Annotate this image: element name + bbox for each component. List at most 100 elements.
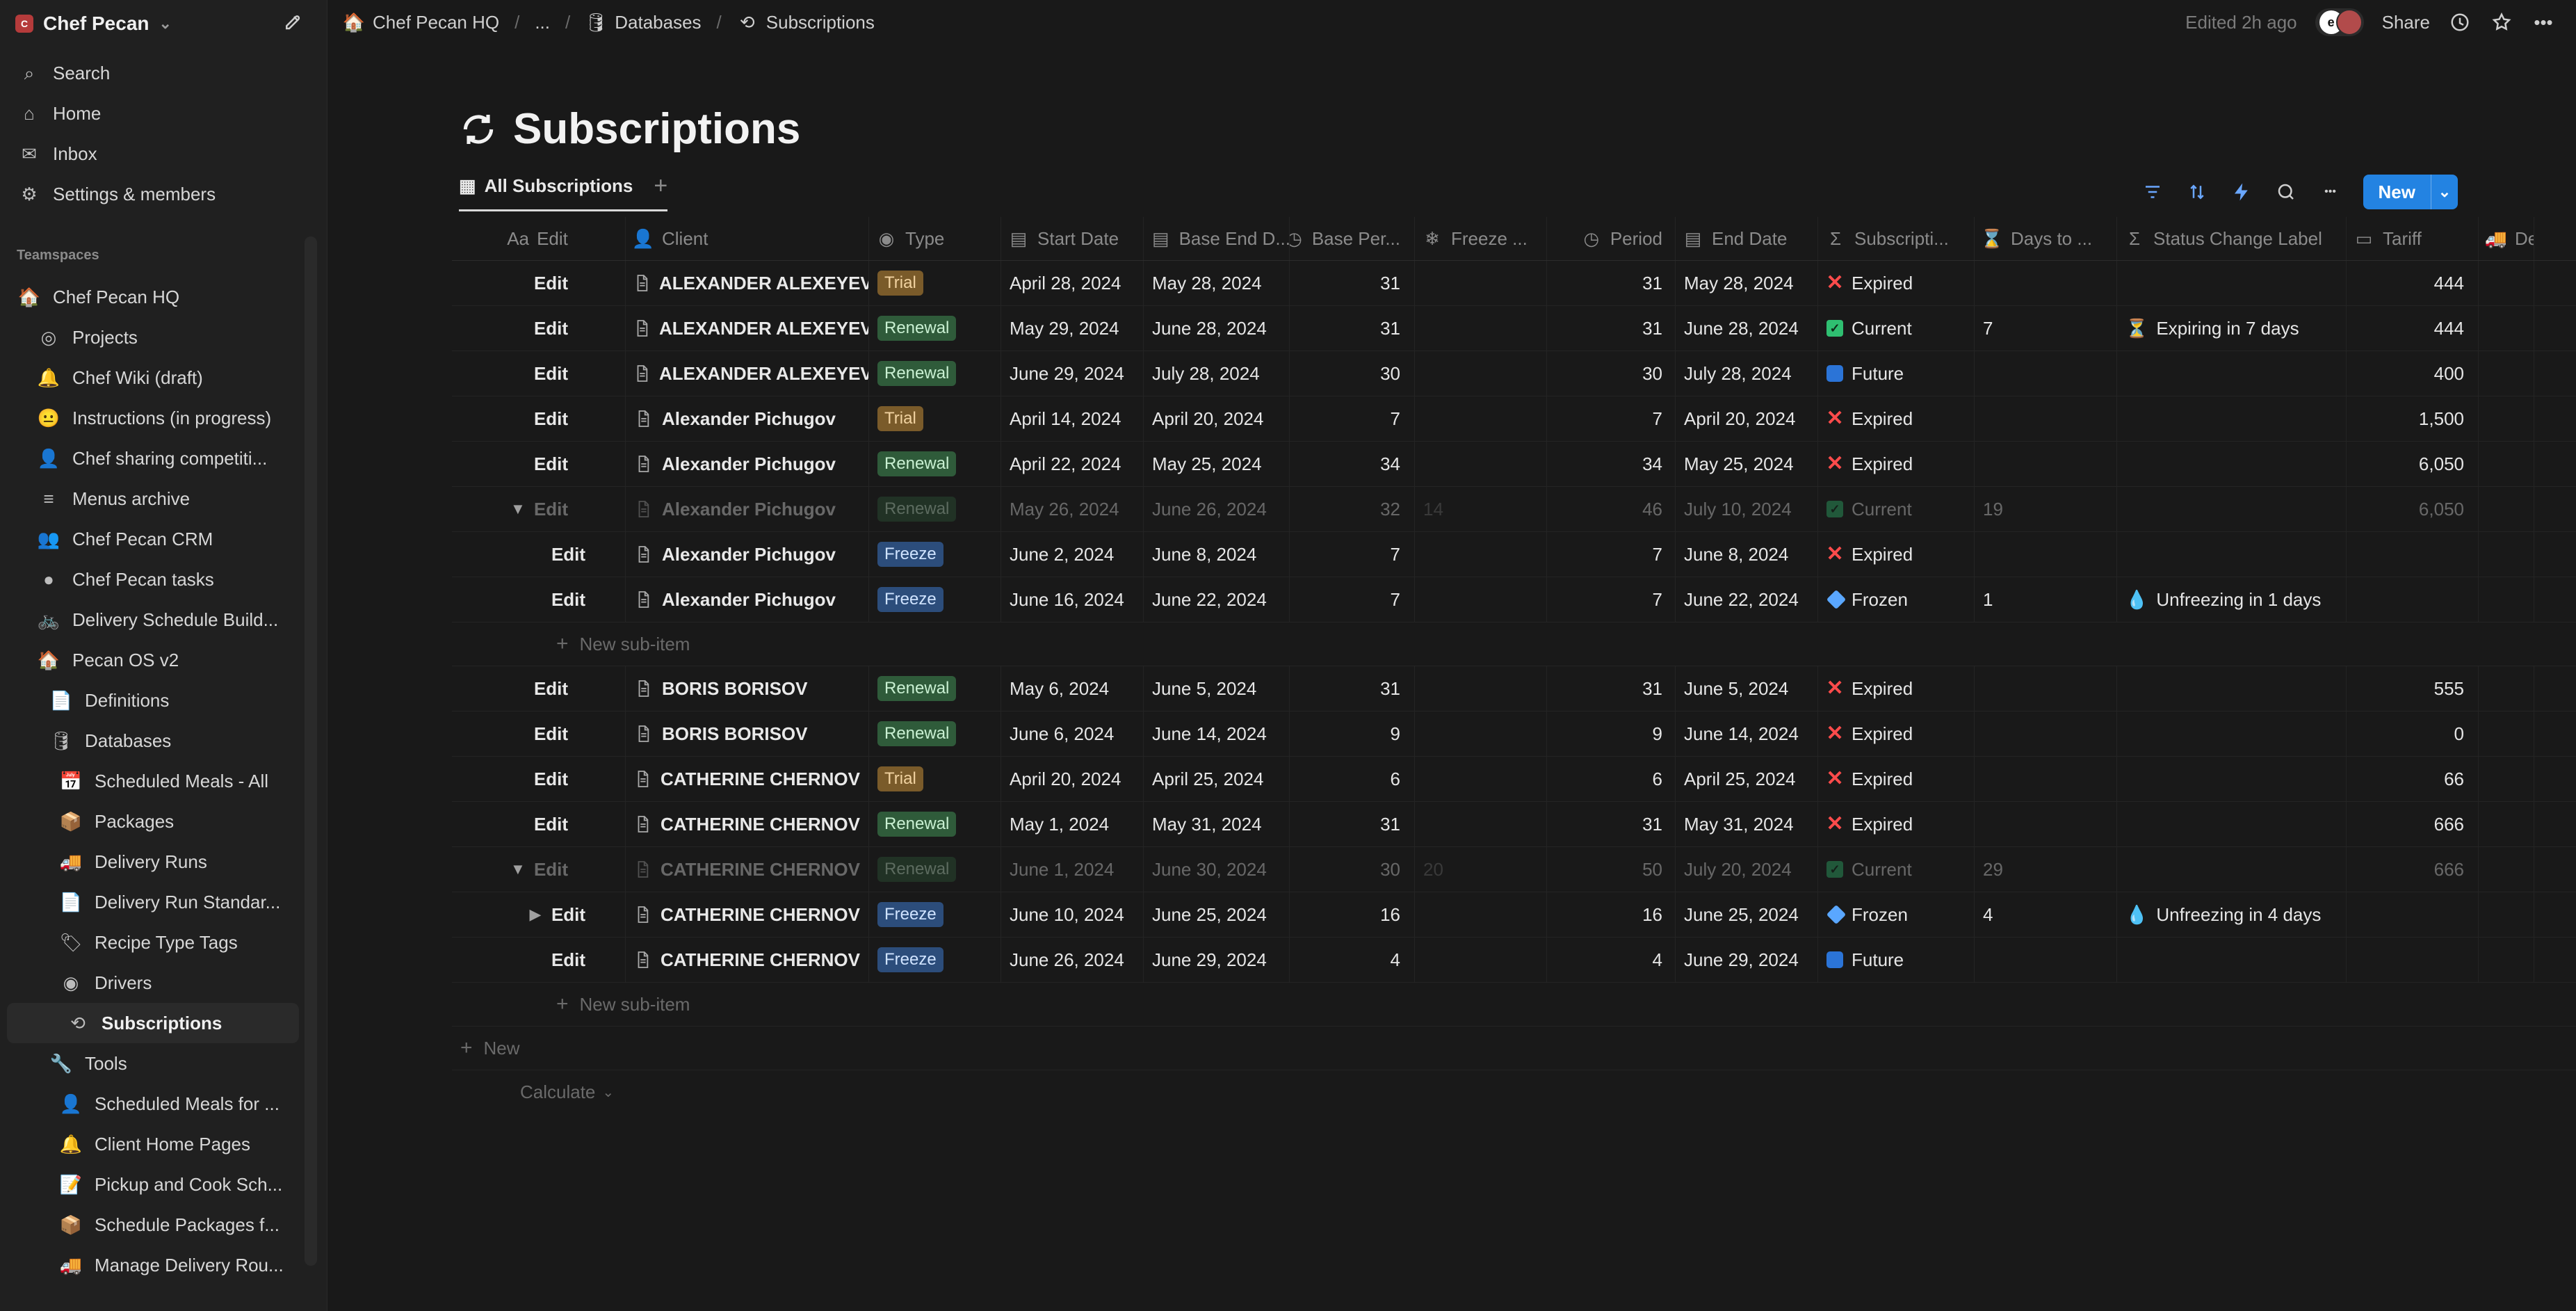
- column-header-days-to[interactable]: ⌛ Days to ...: [1975, 217, 2117, 260]
- table-row[interactable]: Edit Alexander Pichugov Renewal April 22, 2…: [452, 442, 2576, 487]
- cell-start-date[interactable]: May 6, 2024: [1001, 666, 1144, 711]
- workspace-switcher[interactable]: C Chef Pecan ⌄: [15, 10, 172, 38]
- cell-edit[interactable]: Edit: [452, 757, 626, 801]
- table-row[interactable]: Edit CATHERINE CHERNOV Freeze June 26, 2024…: [452, 938, 2576, 983]
- table-row[interactable]: Edit BORIS BORISOV Renewal May 6, 2024 June …: [452, 666, 2576, 711]
- cell-edit[interactable]: Edit: [452, 306, 626, 351]
- cell-base-period[interactable]: 16: [1290, 892, 1415, 937]
- cell-client[interactable]: Alexander Pichugov: [626, 487, 869, 531]
- filter-icon[interactable]: [2141, 180, 2164, 204]
- cell-type[interactable]: Renewal: [869, 711, 1001, 756]
- cell-status-change-label[interactable]: [2117, 396, 2347, 441]
- cell-period[interactable]: 34: [1547, 442, 1676, 486]
- cell-type[interactable]: Trial: [869, 396, 1001, 441]
- cell-status-change-label[interactable]: [2117, 532, 2347, 577]
- cell-period[interactable]: 31: [1547, 261, 1676, 305]
- cell-start-date[interactable]: June 10, 2024: [1001, 892, 1144, 937]
- cell-days-to[interactable]: [1975, 938, 2117, 982]
- edit-link[interactable]: Edit: [534, 453, 568, 475]
- cell-client[interactable]: ALEXANDER ALEXEYEV: [626, 351, 869, 396]
- cell-status-change-label[interactable]: [2117, 261, 2347, 305]
- edit-link[interactable]: Edit: [534, 723, 568, 745]
- client-name[interactable]: Alexander Pichugov: [662, 589, 836, 611]
- cell-client[interactable]: Alexander Pichugov: [626, 442, 869, 486]
- cell-delivery[interactable]: [2479, 396, 2534, 441]
- add-view-icon[interactable]: +: [654, 172, 667, 200]
- cell-base-period[interactable]: 6: [1290, 757, 1415, 801]
- cell-subscription[interactable]: ✓ Current: [1818, 306, 1975, 351]
- client-name[interactable]: CATHERINE CHERNOV: [661, 859, 860, 880]
- cell-client[interactable]: Alexander Pichugov: [626, 396, 869, 441]
- cell-subscription[interactable]: ✓ Current: [1818, 487, 1975, 531]
- cell-delivery[interactable]: [2479, 532, 2534, 577]
- cell-edit[interactable]: Edit: [452, 396, 626, 441]
- cell-tariff[interactable]: 6,050: [2347, 442, 2479, 486]
- cell-days-to[interactable]: [1975, 532, 2117, 577]
- client-name[interactable]: Alexander Pichugov: [662, 499, 836, 520]
- cell-delivery[interactable]: [2479, 938, 2534, 982]
- sidebar-item-tasks[interactable]: ● Chef Pecan tasks: [0, 559, 311, 600]
- cell-status-change-label[interactable]: [2117, 847, 2347, 892]
- cell-end-date[interactable]: June 25, 2024: [1676, 892, 1818, 937]
- cell-base-end-date[interactable]: June 26, 2024: [1144, 487, 1290, 531]
- cell-status-change-label[interactable]: [2117, 487, 2347, 531]
- cell-base-end-date[interactable]: May 31, 2024: [1144, 802, 1290, 846]
- cell-end-date[interactable]: June 14, 2024: [1676, 711, 1818, 756]
- column-header-end-date[interactable]: ▤ End Date: [1676, 217, 1818, 260]
- cell-type[interactable]: Renewal: [869, 666, 1001, 711]
- column-header-start-date[interactable]: ▤ Start Date: [1001, 217, 1144, 260]
- cell-end-date[interactable]: July 20, 2024: [1676, 847, 1818, 892]
- edit-link[interactable]: Edit: [551, 589, 585, 611]
- table-row[interactable]: Edit Alexander Pichugov Freeze June 2, 2024…: [452, 532, 2576, 577]
- table-row[interactable]: Edit ALEXANDER ALEXEYEV Renewal June 29, 20…: [452, 351, 2576, 396]
- cell-type[interactable]: Freeze: [869, 938, 1001, 982]
- chevron-down-icon[interactable]: ▼: [509, 860, 527, 878]
- chevron-right-icon[interactable]: ▶: [526, 906, 544, 924]
- cell-delivery[interactable]: [2479, 306, 2534, 351]
- cell-base-period[interactable]: 32: [1290, 487, 1415, 531]
- cell-status-change-label[interactable]: [2117, 351, 2347, 396]
- cell-period[interactable]: 31: [1547, 802, 1676, 846]
- sidebar-item-instructions[interactable]: 😐 Instructions (in progress): [0, 398, 311, 438]
- sort-icon[interactable]: [2185, 180, 2209, 204]
- cell-client[interactable]: ALEXANDER ALEXEYEV: [626, 306, 869, 351]
- sidebar-item-drivers[interactable]: ◉ Drivers: [0, 963, 311, 1003]
- cell-status-change-label[interactable]: [2117, 802, 2347, 846]
- cell-tariff[interactable]: 66: [2347, 757, 2479, 801]
- cell-status-change-label[interactable]: [2117, 666, 2347, 711]
- cell-base-period[interactable]: 30: [1290, 847, 1415, 892]
- cell-start-date[interactable]: June 16, 2024: [1001, 577, 1144, 622]
- cell-base-end-date[interactable]: June 29, 2024: [1144, 938, 1290, 982]
- cell-client[interactable]: CATHERINE CHERNOV: [626, 892, 869, 937]
- column-header-base-period[interactable]: ◷Base Per...: [1290, 217, 1415, 260]
- cell-tariff[interactable]: 400: [2347, 351, 2479, 396]
- cell-type[interactable]: Trial: [869, 757, 1001, 801]
- cell-type[interactable]: Renewal: [869, 442, 1001, 486]
- cell-subscription[interactable]: ✕ Expired: [1818, 711, 1975, 756]
- search-icon[interactable]: [2274, 180, 2298, 204]
- cell-start-date[interactable]: June 26, 2024: [1001, 938, 1144, 982]
- cell-status-change-label[interactable]: 💧 Unfreezing in 4 days: [2117, 892, 2347, 937]
- cell-period[interactable]: 7: [1547, 577, 1676, 622]
- cell-subscription[interactable]: ✕ Expired: [1818, 261, 1975, 305]
- edit-link[interactable]: Edit: [534, 814, 568, 835]
- sidebar-item-projects[interactable]: ◎ Projects: [0, 317, 311, 357]
- column-header-status-change-label[interactable]: Σ Status Change Label: [2117, 217, 2347, 260]
- cell-start-date[interactable]: April 28, 2024: [1001, 261, 1144, 305]
- cell-edit[interactable]: Edit: [452, 351, 626, 396]
- cell-period[interactable]: 6: [1547, 757, 1676, 801]
- cell-edit[interactable]: Edit: [452, 261, 626, 305]
- cell-edit[interactable]: Edit: [452, 938, 626, 982]
- table-row[interactable]: Edit ALEXANDER ALEXEYEV Trial April 28, 202…: [452, 261, 2576, 306]
- collaborators-avatars[interactable]: e: [2315, 8, 2364, 36]
- table-row[interactable]: Edit BORIS BORISOV Renewal June 6, 2024 June…: [452, 711, 2576, 757]
- cell-tariff[interactable]: 666: [2347, 847, 2479, 892]
- cell-base-end-date[interactable]: June 30, 2024: [1144, 847, 1290, 892]
- cell-start-date[interactable]: June 6, 2024: [1001, 711, 1144, 756]
- cell-client[interactable]: CATHERINE CHERNOV: [626, 847, 869, 892]
- cell-tariff[interactable]: 6,050: [2347, 487, 2479, 531]
- client-name[interactable]: Alexander Pichugov: [662, 453, 836, 475]
- cell-base-period[interactable]: 7: [1290, 532, 1415, 577]
- cell-client[interactable]: CATHERINE CHERNOV: [626, 938, 869, 982]
- cell-edit[interactable]: Edit: [452, 666, 626, 711]
